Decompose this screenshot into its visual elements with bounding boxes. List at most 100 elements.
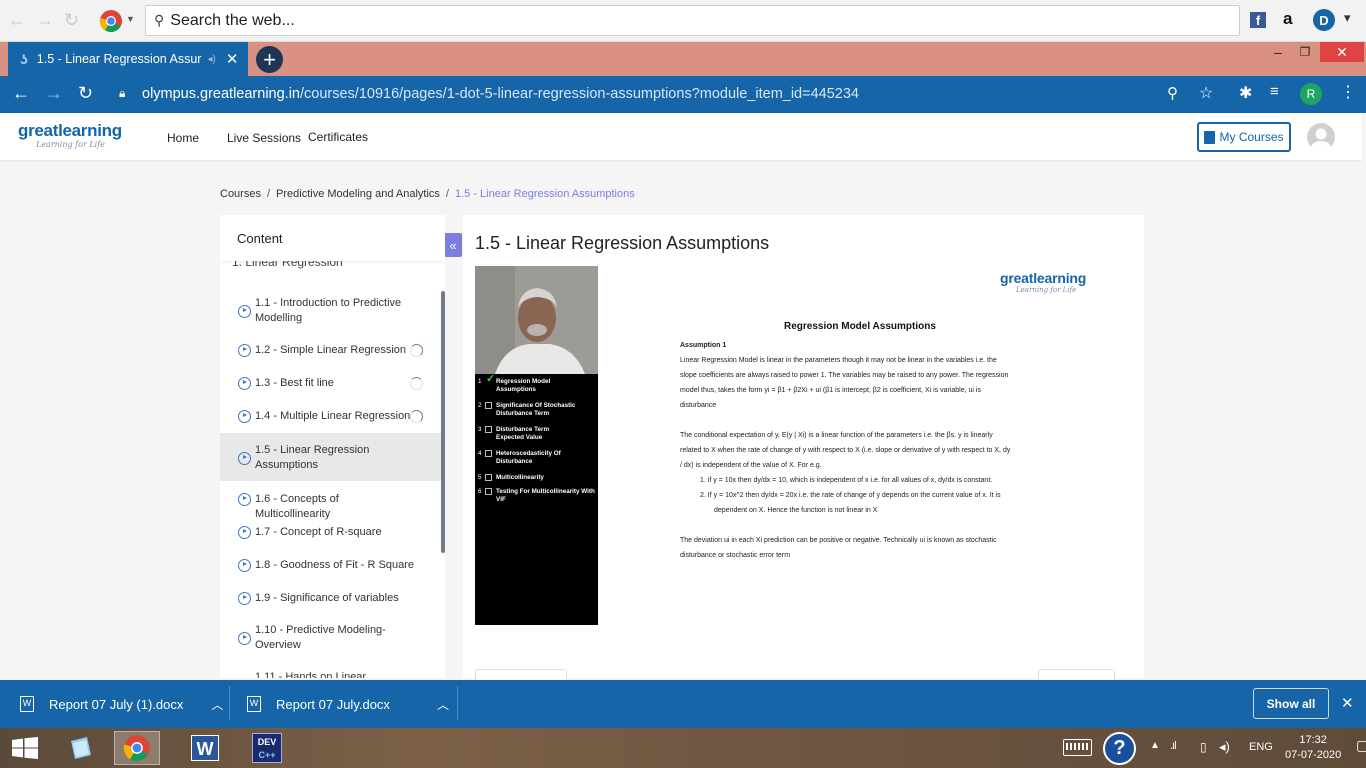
restore-icon[interactable]: ❐	[1289, 42, 1321, 62]
checkbox-icon	[485, 488, 492, 495]
new-tab-button[interactable]: +	[256, 46, 283, 73]
video-chapter-4[interactable]: 4 Heteroscedasticity Of Disturbance	[478, 450, 596, 468]
close-downloads-icon[interactable]: ✕	[1341, 694, 1354, 712]
word-file-icon: W	[20, 696, 34, 712]
sidebar-item-1-3[interactable]: 1.3 - Best fit line	[220, 374, 441, 394]
menu-icon[interactable]: ▾	[1344, 10, 1351, 26]
language-indicator[interactable]: ENG	[1249, 741, 1273, 753]
breadcrumb-current: 1.5 - Linear Regression Assumptions	[454, 188, 635, 200]
sidebar-item-1-7[interactable]: 1.7 - Concept of R-square	[220, 523, 441, 543]
video-chapter-1[interactable]: 1 ✓ Regression Model Assumptions	[478, 374, 596, 396]
back-icon[interactable]: ←	[12, 83, 30, 104]
tab-active[interactable]: ʖ 1.5 - Linear Regression Assur ◂) ✕	[8, 42, 248, 76]
volume-icon[interactable]: ◂)	[1219, 739, 1230, 755]
chevron-up-icon[interactable]: ▲	[1150, 740, 1160, 751]
video-chapter-3[interactable]: 3 Disturbance Term Expected Value	[478, 426, 596, 444]
amazon-icon[interactable]: a	[1283, 9, 1292, 29]
breadcrumb-courses[interactable]: Courses	[220, 188, 261, 200]
windows-start-icon[interactable]	[2, 731, 48, 765]
progress-icon	[410, 344, 423, 357]
chrome-logo-icon[interactable]	[99, 9, 123, 33]
sidebar-item-1-11[interactable]: 1.11 - Hands on Linear Regression-	[220, 670, 441, 678]
presenter-video	[475, 266, 598, 374]
video-chapter-2[interactable]: 2 Significance Of Stochastic Disturbance …	[478, 402, 596, 420]
chevron-down-icon[interactable]: ▼	[126, 14, 135, 24]
sidebar-item-1-8[interactable]: 1.8 - Goodness of Fit - R Square	[220, 556, 441, 576]
checkbox-icon	[485, 426, 492, 433]
media-icon[interactable]: ≡	[1270, 83, 1279, 100]
divider	[457, 686, 458, 720]
greatlearning-logo[interactable]: greatlearning Learning for Life	[18, 122, 122, 150]
url-text[interactable]: olympus.greatlearning.in/courses/10916/p…	[142, 86, 859, 102]
extensions-icon[interactable]: ✱	[1239, 83, 1252, 103]
forward-icon[interactable]: →	[45, 83, 63, 104]
slide-line: The conditional expectation of y, E(y | …	[680, 432, 993, 439]
show-all-button[interactable]: Show all	[1253, 688, 1329, 719]
breadcrumb: Courses / Predictive Modeling and Analyt…	[220, 188, 635, 200]
progress-icon	[410, 452, 423, 465]
slide-line: dependent on X. Hence the function is no…	[714, 507, 878, 514]
notification-icon[interactable]: ▢	[1356, 737, 1366, 754]
nav-home[interactable]: Home	[167, 131, 199, 145]
dev-cpp-icon[interactable]: DEV C++	[244, 731, 290, 765]
sidebar-item-1-5[interactable]: 1.5 - Linear Regression Assumptions	[220, 433, 441, 481]
notepad-icon[interactable]	[58, 731, 104, 765]
sidebar-scrollbar[interactable]	[441, 291, 445, 553]
play-icon	[238, 632, 251, 645]
facebook-icon[interactable]: f	[1250, 12, 1266, 28]
user-avatar[interactable]	[1307, 123, 1335, 151]
star-icon[interactable]: ☆	[1199, 83, 1213, 103]
zoom-icon[interactable]: ⚲	[1167, 84, 1178, 102]
sidebar-item-1-2[interactable]: 1.2 - Simple Linear Regression	[220, 341, 441, 361]
kebab-menu-icon[interactable]: ⋮	[1340, 82, 1356, 102]
video-player[interactable]: 1 ✓ Regression Model Assumptions 2 Signific…	[475, 266, 598, 625]
slide-line: / dx) is independent of the value of X. …	[680, 462, 822, 469]
site-header	[0, 113, 1362, 160]
speaker-icon[interactable]: ◂)	[207, 54, 215, 65]
battery-icon[interactable]: ▯	[1200, 740, 1207, 754]
network-icon[interactable]: .ıl	[1170, 740, 1176, 752]
collapse-sidebar-button[interactable]: «	[444, 233, 462, 257]
search-input[interactable]: ⚲ Search the web...	[145, 5, 1240, 36]
close-tab-icon[interactable]: ✕	[226, 50, 239, 68]
sidebar-item-1-9[interactable]: 1.9 - Significance of variables	[220, 589, 441, 609]
forward-icon[interactable]: →	[36, 10, 54, 31]
close-window-icon[interactable]: ✕	[1320, 42, 1364, 62]
sidebar-item-1-6[interactable]: 1.6 - Concepts of Multicollinearity	[220, 490, 441, 520]
extension-d-icon[interactable]: D	[1313, 9, 1335, 31]
chrome-taskbar-icon[interactable]	[114, 731, 160, 765]
slide-line: 2. If y = 10x^2 then dy/dx = 20x i.e. th…	[700, 492, 1001, 499]
clock[interactable]: 17:32 07-07-2020	[1285, 733, 1341, 763]
profile-avatar[interactable]: R	[1300, 83, 1322, 105]
video-chapter-6[interactable]: 6 Testing For Multicollinearity With VIF	[478, 488, 596, 506]
my-courses-button[interactable]: My Courses	[1197, 122, 1291, 152]
play-icon	[238, 305, 251, 318]
slide-subheading: Assumption 1	[680, 342, 727, 349]
breadcrumb-course[interactable]: Predictive Modeling and Analytics	[276, 188, 440, 200]
help-icon[interactable]: ?	[1103, 732, 1136, 765]
nav-certificates[interactable]: Certificates	[308, 130, 368, 144]
checkbox-icon	[485, 450, 492, 457]
download-item-2[interactable]: W Report 07 July.docx ︿	[247, 680, 452, 728]
slide-line: 1. if y = 10x then dy/dx = 10, which is …	[700, 477, 993, 484]
page-title: 1.5 - Linear Regression Assumptions	[475, 233, 770, 253]
chevron-up-icon[interactable]: ︿	[437, 696, 449, 713]
reload-icon[interactable]: ↻	[64, 10, 79, 31]
nav-live-sessions[interactable]: Live Sessions	[227, 131, 301, 145]
sidebar-item-1-10[interactable]: 1.10 - Predictive Modeling-Overview	[220, 622, 441, 656]
reload-icon[interactable]: ↻	[78, 83, 93, 104]
slide-line: The deviation ui in each Xi prediction c…	[680, 537, 997, 544]
lock-icon[interactable]: 🔒︎	[119, 86, 125, 101]
slide-line: slope coefficients are always raised to …	[680, 372, 1009, 379]
slide-line: related to X when the rate of change of …	[680, 447, 1011, 454]
download-item-1[interactable]: W Report 07 July (1).docx ︿	[20, 680, 225, 728]
checkbox-icon	[485, 402, 492, 409]
sidebar-item-1-4[interactable]: 1.4 - Multiple Linear Regression	[220, 407, 441, 427]
video-chapter-5[interactable]: 5 Multicollinearity	[478, 474, 596, 484]
sidebar-item-1-1[interactable]: 1.1 - Introduction to Predictive Modelli…	[220, 295, 441, 328]
chevron-up-icon[interactable]: ︿	[211, 696, 223, 713]
progress-icon	[410, 377, 423, 390]
word-icon[interactable]: W	[182, 731, 228, 765]
keyboard-icon[interactable]	[1063, 739, 1092, 756]
back-icon[interactable]: ←	[8, 10, 26, 31]
